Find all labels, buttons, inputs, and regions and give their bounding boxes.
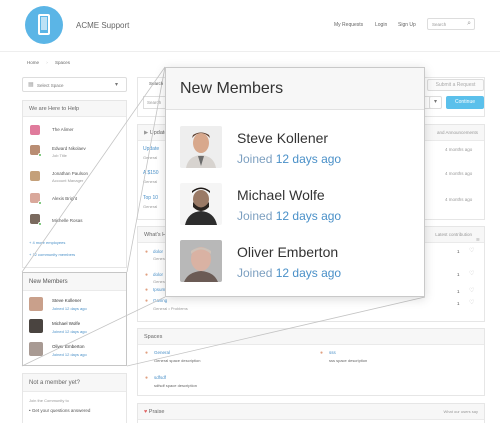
zoom-member-joined: Joined 12 days ago — [237, 209, 341, 223]
person-photo-icon — [180, 126, 222, 168]
zoom-joined-prefix: Joined — [237, 209, 273, 223]
person-photo-icon — [180, 240, 222, 282]
zoom-joined-time: 12 days ago — [275, 266, 342, 280]
zoom-joined-time: 12 days ago — [275, 209, 342, 223]
zoom-joined-prefix: Joined — [237, 152, 273, 166]
avatar[interactable] — [180, 183, 222, 225]
zoom-member-joined: Joined 12 days ago — [237, 152, 341, 166]
person-photo-icon — [180, 183, 222, 225]
zoom-joined-prefix: Joined — [237, 266, 273, 280]
new-members-zoom-callout: New Members Steve Kollener Joined 12 day… — [165, 67, 425, 297]
zoom-member-joined: Joined 12 days ago — [237, 266, 341, 280]
avatar[interactable] — [180, 240, 222, 282]
zoom-member-name[interactable]: Oliver Emberton — [237, 244, 338, 260]
page: ACME Support My Requests Login Sign Up S… — [0, 0, 500, 423]
zoom-member-name[interactable]: Michael Wolfe — [237, 187, 325, 203]
avatar[interactable] — [180, 126, 222, 168]
zoom-member-row[interactable]: Steve Kollener Joined 12 days ago — [180, 126, 410, 172]
zoom-title: New Members — [166, 68, 424, 110]
zoom-member-name[interactable]: Steve Kollener — [237, 130, 328, 146]
zoom-member-row[interactable]: Oliver Emberton Joined 12 days ago — [180, 240, 410, 286]
zoom-joined-time: 12 days ago — [275, 152, 342, 166]
zoom-member-row[interactable]: Michael Wolfe Joined 12 days ago — [180, 183, 410, 229]
